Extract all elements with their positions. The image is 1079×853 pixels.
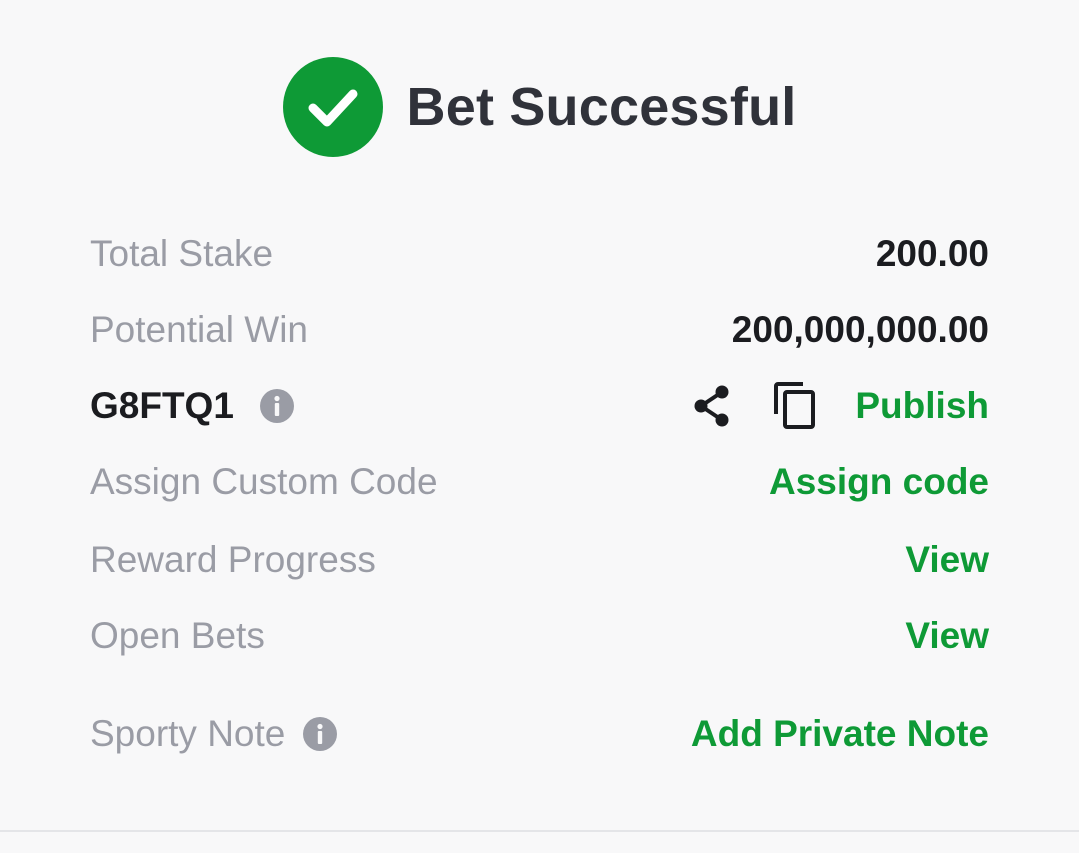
reward-progress-view-button[interactable]: View xyxy=(905,539,989,581)
share-icon[interactable] xyxy=(691,384,733,428)
checkmark-icon xyxy=(308,89,358,127)
sporty-note-group: Sporty Note xyxy=(90,713,338,755)
booking-code-group: G8FTQ1 xyxy=(90,385,294,427)
open-bets-view-button[interactable]: View xyxy=(905,615,989,657)
info-icon[interactable] xyxy=(303,717,338,751)
bet-success-panel: Bet Successful Total Stake 200.00 Potent… xyxy=(0,0,1079,853)
total-stake-row: Total Stake 200.00 xyxy=(90,229,989,279)
booking-code-actions: Publish xyxy=(691,382,989,430)
add-private-note-button[interactable]: Add Private Note xyxy=(691,713,989,755)
page-title: Bet Successful xyxy=(406,77,797,137)
potential-win-label: Potential Win xyxy=(90,309,308,350)
copy-icon[interactable] xyxy=(773,382,817,430)
check-circle-icon xyxy=(282,57,383,157)
assign-code-button[interactable]: Assign code xyxy=(769,461,989,503)
booking-code: G8FTQ1 xyxy=(90,385,234,426)
reward-progress-row: Reward Progress View xyxy=(90,535,989,585)
sporty-note-row: Sporty Note Add Private Note xyxy=(90,709,989,759)
success-header: Bet Successful xyxy=(0,56,1079,158)
custom-code-row: Assign Custom Code Assign code xyxy=(90,457,989,507)
open-bets-row: Open Bets View xyxy=(90,611,989,661)
reward-progress-label: Reward Progress xyxy=(90,539,376,580)
open-bets-label: Open Bets xyxy=(90,615,265,656)
booking-code-row: G8FTQ1 Publish xyxy=(90,381,989,431)
info-icon[interactable] xyxy=(259,389,294,423)
potential-win-value: 200,000,000.00 xyxy=(731,309,989,350)
custom-code-label: Assign Custom Code xyxy=(90,461,438,502)
divider xyxy=(0,830,1079,832)
potential-win-row: Potential Win 200,000,000.00 xyxy=(90,305,989,355)
total-stake-label: Total Stake xyxy=(90,233,274,274)
sporty-note-label: Sporty Note xyxy=(90,713,286,754)
total-stake-value: 200.00 xyxy=(875,233,989,274)
publish-button[interactable]: Publish xyxy=(855,385,989,427)
